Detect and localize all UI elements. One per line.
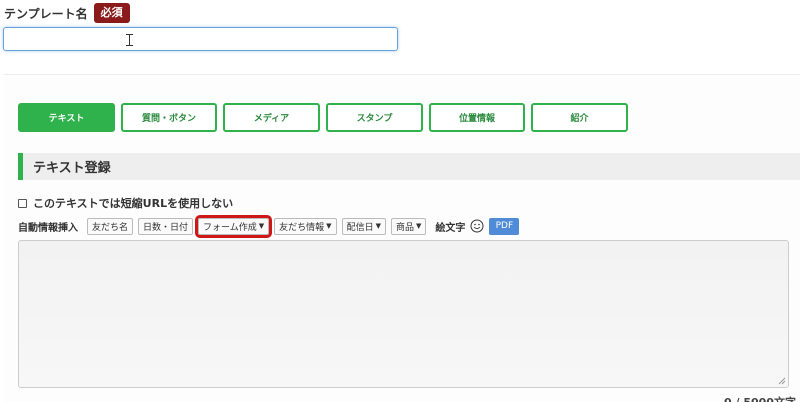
short-url-label[interactable]: このテキストでは短縮URLを使用しない [33, 195, 233, 211]
auto-insert-toolbar: 自動情報挿入 友だち名 日数・日付 フォーム作成 ▼ 友だち情報 ▼ 配信日 ▼ 商品… [18, 214, 520, 238]
tab-introduction[interactable]: 紹介 [531, 103, 628, 132]
form-create-dropdown[interactable]: フォーム作成 ▼ [195, 214, 273, 238]
insert-friend-name-button[interactable]: 友だち名 [87, 217, 134, 235]
auto-insert-label: 自動情報挿入 [18, 222, 78, 234]
caret-down-icon: ▼ [375, 222, 381, 230]
insert-friend-name-label: 友だち名 [92, 222, 129, 233]
section-header: テキスト登録 [18, 153, 800, 180]
template-name-label: テンプレート名 [4, 6, 88, 21]
short-url-option: このテキストでは短縮URLを使用しない [18, 195, 233, 211]
message-textarea[interactable] [18, 240, 789, 388]
char-count: 0 / 5000文字 [724, 394, 796, 402]
message-type-tabs: テキスト 質問・ボタン メディア スタンプ 位置情報 紹介 [18, 103, 628, 132]
tab-text[interactable]: テキスト [18, 103, 115, 132]
caret-down-icon: ▼ [415, 222, 422, 230]
required-badge: 必須 [93, 3, 130, 23]
text-cursor-icon [126, 34, 135, 46]
tab-media[interactable]: メディア [223, 103, 320, 132]
section-title: テキスト登録 [33, 161, 111, 176]
tab-question-button[interactable]: 質問・ボタン [121, 103, 217, 132]
product-label: 商品 [395, 222, 414, 233]
caret-down-icon: ▼ [258, 222, 265, 230]
friend-info-dropdown[interactable]: 友だち情報 ▼ [274, 217, 337, 235]
tab-location[interactable]: 位置情報 [429, 103, 525, 132]
form-create-label: フォーム作成 [203, 222, 257, 233]
pdf-button[interactable]: PDF [489, 217, 520, 235]
emoji-label: 絵文字 [435, 222, 466, 234]
insert-date-label: 日数・日付 [143, 222, 189, 233]
template-name-input[interactable] [3, 27, 398, 51]
resize-grip-icon[interactable] [778, 377, 786, 385]
friend-info-label: 友だち情報 [279, 222, 325, 233]
caret-down-icon: ▼ [326, 222, 332, 230]
delivery-date-dropdown[interactable]: 配信日 ▼ [341, 217, 386, 235]
template-name-label-row: テンプレート名 必須 [4, 3, 130, 23]
tab-stamp[interactable]: スタンプ [326, 103, 423, 132]
insert-date-button[interactable]: 日数・日付 [138, 217, 194, 235]
delivery-date-label: 配信日 [346, 222, 374, 233]
smiley-icon[interactable] [470, 219, 484, 233]
product-dropdown[interactable]: 商品 ▼ [390, 217, 427, 235]
short-url-checkbox[interactable] [18, 198, 27, 208]
